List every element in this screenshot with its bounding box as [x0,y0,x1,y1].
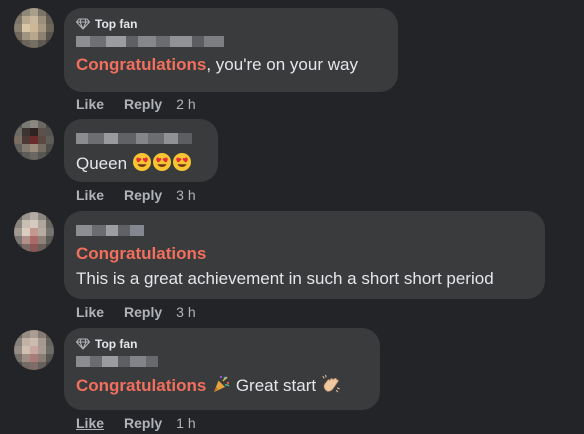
comment-heading: Congratulations [76,243,533,265]
like-button[interactable]: Like [76,187,104,203]
heart-eyes-emoji [152,152,172,178]
timestamp[interactable]: 1 h [176,415,195,431]
heart-eyes-emoji [132,152,152,178]
mention-highlight[interactable]: Congratulations [76,244,206,263]
clapping-hands-emoji [321,374,341,400]
avatar[interactable] [14,212,54,252]
author-name-blurred[interactable] [76,133,206,144]
author-name-blurred[interactable] [76,225,533,236]
top-fan-label: Top fan [95,17,138,31]
author-name-blurred[interactable] [76,356,368,367]
timestamp[interactable]: 2 h [176,96,195,112]
heart-eyes-emoji [172,152,192,178]
comment-body: , you're on your way [206,55,358,74]
like-button[interactable]: Like [76,415,104,431]
timestamp[interactable]: 3 h [176,187,195,203]
comment-text: This is a great achievement in such a sh… [76,268,533,290]
comment-body: Queen [76,154,128,173]
comment-actions: Like Reply 1 h [76,414,196,432]
party-popper-emoji [211,374,231,400]
comment-bubble: Top fan Congratulations, you're on your … [64,8,398,92]
reply-button[interactable]: Reply [124,96,162,112]
comment-bubble: Congratulations This is a great achievem… [64,211,545,299]
comment-actions: Like Reply 3 h [76,303,196,321]
top-fan-badge: Top fan [76,16,386,32]
mention-highlight[interactable]: Congratulations [76,376,206,395]
like-button[interactable]: Like [76,304,104,320]
reply-button[interactable]: Reply [124,187,162,203]
comment-body: This is a great achievement in such a sh… [76,269,494,288]
avatar[interactable] [14,120,54,160]
comment-bubble: Top fan Congratulations Great start [64,328,380,410]
reply-button[interactable]: Reply [124,415,162,431]
top-fan-label: Top fan [95,337,138,351]
diamond-icon [76,18,90,30]
comment-text: Congratulations Great start [76,374,368,400]
top-fan-badge: Top fan [76,336,368,352]
avatar[interactable] [14,8,54,48]
diamond-icon [76,338,90,350]
comment-text: Congratulations, you're on your way [76,54,386,76]
author-name-blurred[interactable] [76,36,386,47]
comment-bubble: Queen [64,119,218,182]
avatar[interactable] [14,330,54,370]
comment-text: Queen [76,152,206,178]
comment-actions: Like Reply 2 h [76,95,196,113]
comment-body: Great start [235,376,317,395]
comment-actions: Like Reply 3 h [76,186,196,204]
mention-highlight[interactable]: Congratulations [76,55,206,74]
reply-button[interactable]: Reply [124,304,162,320]
timestamp[interactable]: 3 h [176,304,195,320]
like-button[interactable]: Like [76,96,104,112]
